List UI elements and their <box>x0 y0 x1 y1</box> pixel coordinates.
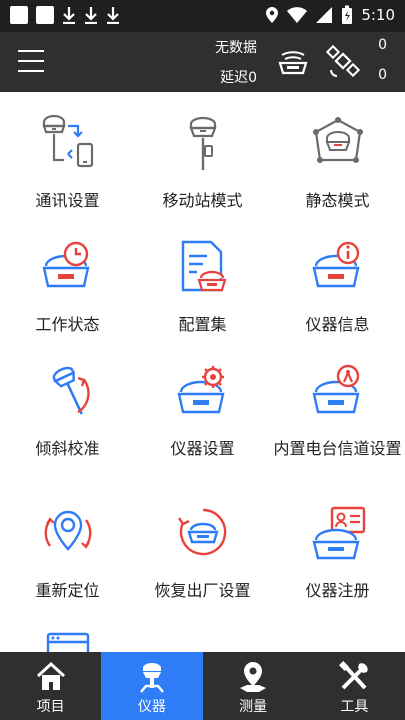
location-icon <box>266 7 279 23</box>
menu-button[interactable] <box>18 50 44 72</box>
tile-communication-settings[interactable]: 通讯设置 <box>0 114 135 212</box>
status-bar: 5:10 <box>0 0 405 32</box>
satellite-count-bottom: 0 <box>378 67 387 83</box>
battery-icon <box>342 5 353 24</box>
nav-instrument[interactable]: 仪器 <box>101 652 203 720</box>
signal-icon <box>316 7 333 23</box>
satellite-icon[interactable] <box>326 44 360 78</box>
tile-instrument-register[interactable]: 仪器注册 <box>270 504 405 602</box>
tile-label: 仪器信息 <box>305 315 370 334</box>
satellite-count-top: 0 <box>378 37 387 53</box>
tile-label: 配置集 <box>178 315 227 334</box>
config-set-icon <box>181 240 226 292</box>
download-icon <box>63 7 75 24</box>
tile-tilt-calibration[interactable]: 倾斜校准 <box>0 362 135 460</box>
factory-reset-icon <box>177 508 226 556</box>
tile-partial[interactable] <box>0 630 135 652</box>
download-icon <box>107 7 119 24</box>
tile-label: 恢复出厂设置 <box>154 581 251 600</box>
tile-label: 内置电台信道设置 <box>273 439 402 458</box>
tile-work-status[interactable]: 工作状态 <box>0 238 135 336</box>
instrument-register-icon <box>311 506 365 560</box>
tile-relocate[interactable]: 重新定位 <box>0 504 135 602</box>
tile-label: 通讯设置 <box>35 191 100 210</box>
nav-label: 工具 <box>340 699 369 715</box>
tile-label: 倾斜校准 <box>35 439 100 458</box>
tools-icon <box>339 661 368 690</box>
communication-settings-icon <box>41 114 93 168</box>
nav-project[interactable]: 项目 <box>0 652 101 720</box>
tile-config-set[interactable]: 配置集 <box>135 238 270 336</box>
rover-mode-icon <box>188 116 217 170</box>
tile-static-mode[interactable]: 静态模式 <box>270 114 405 212</box>
app-notification-icon <box>10 6 28 24</box>
instrument-settings-icon <box>177 366 224 414</box>
tile-label: 移动站模式 <box>162 191 243 210</box>
relocate-icon <box>44 510 91 551</box>
tile-label: 仪器设置 <box>170 439 235 458</box>
work-status-icon <box>42 241 89 288</box>
nav-label: 项目 <box>36 699 65 715</box>
download-icon <box>85 7 97 24</box>
static-mode-icon <box>312 117 363 163</box>
tile-radio-channel[interactable]: 内置电台信道设置 <box>270 362 405 460</box>
app-bar: 无数据 延迟0 0 0 <box>0 32 405 92</box>
tile-instrument-settings[interactable]: 仪器设置 <box>135 362 270 460</box>
notification-icons <box>10 6 120 24</box>
window-icon <box>46 632 89 652</box>
tile-label: 仪器注册 <box>305 581 370 600</box>
bottom-navigation: 项目 仪器 测量 工具 <box>0 652 405 720</box>
tile-factory-reset[interactable]: 恢复出厂设置 <box>135 504 270 602</box>
nav-label: 仪器 <box>137 699 166 715</box>
nav-survey[interactable]: 测量 <box>203 652 304 720</box>
nav-tools[interactable]: 工具 <box>304 652 405 720</box>
app-notification-icon <box>36 6 54 24</box>
instrument-function-grid: 通讯设置 移动站模式 静态模式 工作状态 配置集 仪器信息 倾斜校准 仪器设置 … <box>0 92 405 652</box>
instrument-icon <box>139 663 164 693</box>
wifi-icon <box>287 7 308 23</box>
survey-pin-icon <box>240 662 267 692</box>
tile-label: 重新定位 <box>35 581 100 600</box>
tile-instrument-info[interactable]: 仪器信息 <box>270 238 405 336</box>
tile-rover-mode[interactable]: 移动站模式 <box>135 114 270 212</box>
clock: 5:10 <box>361 6 395 24</box>
latency-text: 延迟0 <box>220 70 257 86</box>
home-icon <box>36 661 65 690</box>
instrument-info-icon <box>312 241 359 288</box>
nav-label: 测量 <box>239 699 268 715</box>
tile-label: 静态模式 <box>305 191 370 210</box>
tile-label: 工作状态 <box>35 315 100 334</box>
receiver-icon[interactable] <box>276 45 310 79</box>
radio-channel-icon <box>312 364 359 414</box>
tilt-calibration-icon <box>52 366 90 415</box>
data-status-text: 无数据 <box>215 40 257 56</box>
